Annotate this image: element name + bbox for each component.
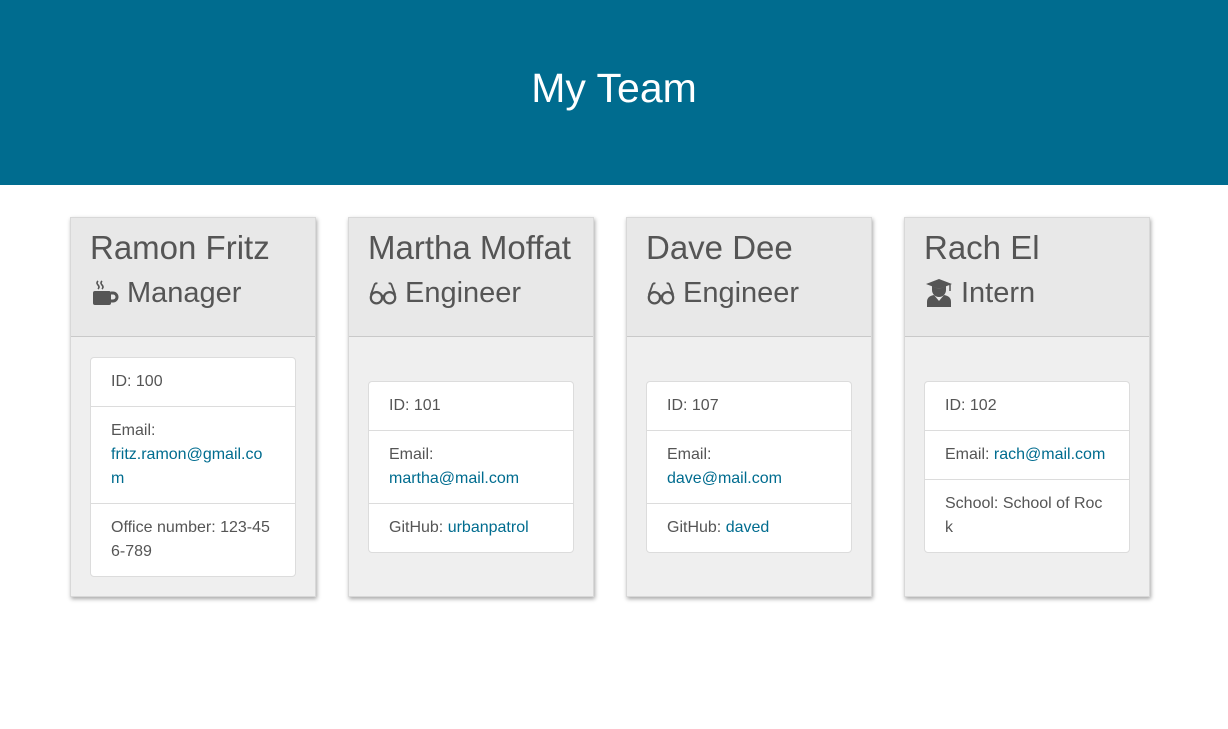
card-body: ID: 101 Email: martha@mail.com GitHub: u… (349, 337, 593, 596)
card-header: Dave Dee Engineer (627, 218, 871, 337)
employee-email: Email: martha@mail.com (369, 429, 573, 503)
employee-card-engineer: Dave Dee Engineer ID: 107 Email: dave@ma… (626, 217, 872, 597)
card-header: Martha Moffat Engineer (349, 218, 593, 337)
glasses-icon (368, 278, 398, 308)
card-header: Rach El Intern (905, 218, 1149, 337)
employee-id: ID: 102 (945, 396, 997, 414)
email-label: Email: (389, 445, 434, 463)
employee-details: ID: 100 Email: fritz.ramon@gmail.com Off… (90, 356, 296, 577)
github-link[interactable]: urbanpatrol (448, 519, 529, 536)
github: GitHub: daved (647, 502, 851, 552)
email-link[interactable]: martha@mail.com (389, 470, 519, 487)
team-container: Ramon Fritz Manager ID: 100 Email: fritz… (70, 217, 1150, 597)
school: School: School of Rock (925, 478, 1129, 552)
role-label: Engineer (405, 277, 522, 309)
employee-name: Rach El (924, 229, 1040, 266)
employee-card-manager: Ramon Fritz Manager ID: 100 Email: fritz… (70, 217, 316, 597)
github: GitHub: urbanpatrol (369, 502, 573, 552)
email-label: Email: (945, 445, 990, 463)
employee-role: Engineer (646, 276, 852, 310)
employee-role: Intern (924, 276, 1130, 310)
office-number: Office number: 123-456-789 (91, 502, 295, 576)
role-label: Manager (127, 277, 242, 309)
employee-name: Ramon Fritz (90, 229, 270, 266)
card-header: Ramon Fritz Manager (71, 218, 315, 337)
glasses-icon (646, 278, 676, 308)
employee-details: ID: 102 Email: rach@mail.com School: Sch… (924, 380, 1130, 553)
email-link[interactable]: fritz.ramon@gmail.com (111, 446, 262, 487)
employee-details: ID: 101 Email: martha@mail.com GitHub: u… (368, 380, 574, 553)
github-label: GitHub: (389, 518, 444, 536)
employee-details: ID: 107 Email: dave@mail.com GitHub: dav… (646, 380, 852, 553)
graduate-icon (924, 278, 954, 308)
role-label: Engineer (683, 277, 800, 309)
employee-name: Dave Dee (646, 229, 793, 266)
card-body: ID: 100 Email: fritz.ramon@gmail.com Off… (71, 337, 315, 596)
employee-email: Email: dave@mail.com (647, 429, 851, 503)
email-label: Email: (667, 445, 712, 463)
employee-role: Manager (90, 276, 296, 310)
card-body: ID: 102 Email: rach@mail.com School: Sch… (905, 337, 1149, 596)
role-label: Intern (961, 277, 1036, 309)
email-label: Email: (111, 421, 156, 439)
employee-role: Engineer (368, 276, 574, 310)
email-link[interactable]: dave@mail.com (667, 470, 782, 487)
employee-id: ID: 107 (667, 396, 719, 414)
card-body: ID: 107 Email: dave@mail.com GitHub: dav… (627, 337, 871, 596)
page-header: My Team (0, 0, 1228, 185)
coffee-mug-icon (90, 278, 120, 308)
employee-email: Email: fritz.ramon@gmail.com (91, 405, 295, 503)
employee-name: Martha Moffat (368, 229, 571, 266)
employee-email: Email: rach@mail.com (925, 429, 1129, 479)
employee-id: ID: 101 (389, 396, 441, 414)
github-label: GitHub: (667, 518, 722, 536)
employee-card-intern: Rach El Intern ID: 102 Email: rach@mail.… (904, 217, 1150, 597)
github-link[interactable]: daved (726, 519, 770, 536)
email-link[interactable]: rach@mail.com (994, 446, 1105, 463)
employee-card-engineer: Martha Moffat Engineer ID: 101 Email: ma… (348, 217, 594, 597)
employee-id: ID: 100 (111, 372, 163, 390)
page-title: My Team (531, 65, 697, 111)
